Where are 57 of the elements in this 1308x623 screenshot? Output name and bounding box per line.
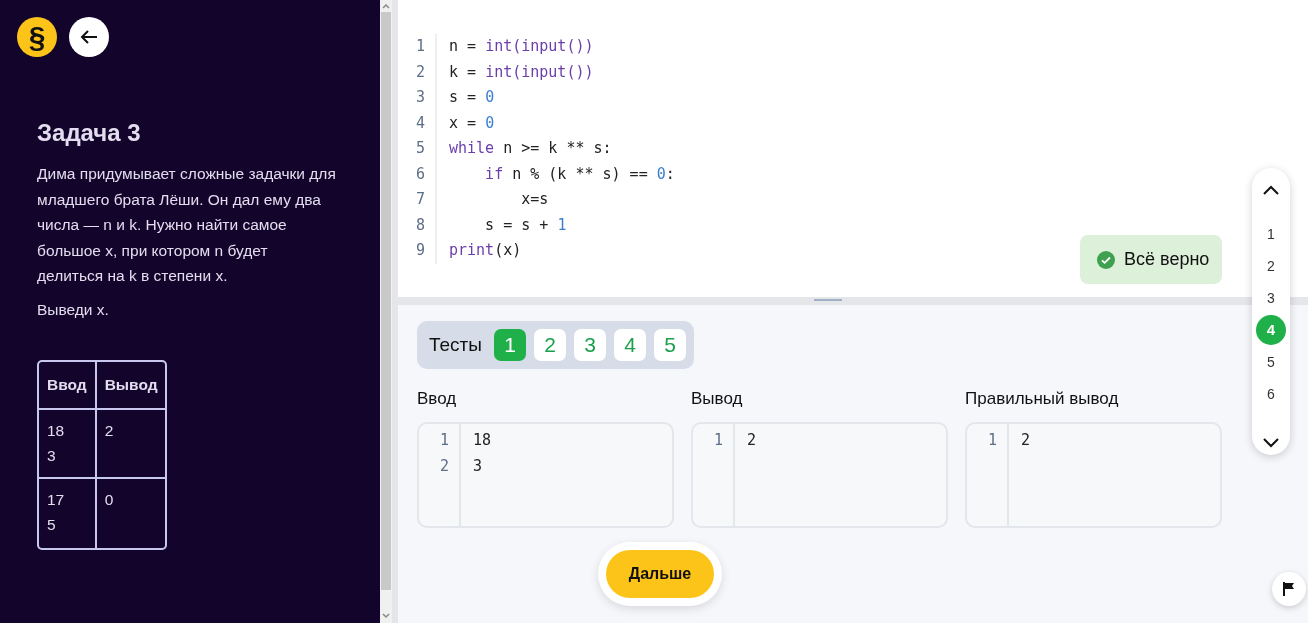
logo[interactable]: § xyxy=(17,17,57,57)
task-text: Выведи x. xyxy=(37,299,110,320)
task-number[interactable]: 6 xyxy=(1256,379,1286,409)
panel-title: Ввод xyxy=(417,388,458,410)
report-button[interactable] xyxy=(1272,572,1306,606)
text-line: 3 xyxy=(473,455,484,477)
code-line: s = s + 1 xyxy=(484,214,567,236)
line-number: 3 xyxy=(398,85,437,111)
back-button[interactable] xyxy=(69,17,109,57)
text-line: 18 xyxy=(473,429,492,451)
chevron-down-icon xyxy=(1263,438,1279,448)
line-number: 2 xyxy=(438,455,450,477)
code-line: if n % (k ** s) == 0: xyxy=(484,163,675,185)
task-number[interactable]: 5 xyxy=(1256,347,1286,377)
table-cell: 2 xyxy=(96,409,166,479)
line-number: 5 xyxy=(398,136,437,162)
line-number: 8 xyxy=(398,212,437,238)
check-circle-icon xyxy=(1097,250,1115,269)
tests-label: Тесты xyxy=(428,332,483,357)
line-number: 9 xyxy=(398,238,437,264)
line-number: 2 xyxy=(398,59,437,85)
column-header: Ввод xyxy=(39,362,97,410)
table-cell-text: 0 xyxy=(103,489,115,510)
task-number[interactable]: 1 xyxy=(1256,219,1286,249)
line-number: 7 xyxy=(398,187,437,213)
line-number: 1 xyxy=(986,429,998,451)
code-line: while n >= k ** s: xyxy=(448,138,612,159)
scrollbar[interactable] xyxy=(380,0,392,623)
table-cell: 18 3 xyxy=(39,409,97,479)
text-area[interactable]: 1 2 xyxy=(691,421,948,528)
text-line: 2 xyxy=(747,429,757,451)
back-arrow-icon xyxy=(80,29,98,45)
task-text: Дима придумывает сложные задачки для младшего брата Лёши. Он дал ему два числа — n и k. Нужно найти самое большое x, при котором n будет делиться на k в степени x. xyxy=(37,164,337,286)
line-number: 6 xyxy=(398,161,437,187)
task-number[interactable]: 2 xyxy=(1256,251,1286,281)
text-area[interactable]: 1 2 xyxy=(965,421,1222,528)
table-cell: 17 5 xyxy=(39,478,97,548)
code-line: x = 0 xyxy=(448,112,495,134)
code-line: n = int(input()) xyxy=(448,36,594,57)
line-number: 1 xyxy=(712,429,724,451)
code-line: k = int(input()) xyxy=(448,61,594,83)
result-text: Всё верно xyxy=(1124,248,1210,271)
code-line: x=s xyxy=(520,189,549,210)
line-number: 4 xyxy=(398,110,437,136)
column-header: Вывод xyxy=(96,362,166,410)
text-line: 2 xyxy=(1021,429,1031,451)
line-number: 1 xyxy=(398,34,437,60)
line-number: 1 xyxy=(438,429,450,451)
resize-handle[interactable] xyxy=(814,299,842,301)
text-area[interactable]: 1 2 18 3 xyxy=(417,421,674,528)
panel-title: Правильный вывод xyxy=(965,388,1120,410)
code-line: print(x) xyxy=(448,240,522,261)
chevron-up-icon xyxy=(1263,185,1279,195)
task-title: Задача 3 xyxy=(37,118,142,148)
flag-icon xyxy=(1283,582,1295,596)
panel-title: Вывод xyxy=(691,388,744,410)
code-line: s = 0 xyxy=(448,87,495,108)
